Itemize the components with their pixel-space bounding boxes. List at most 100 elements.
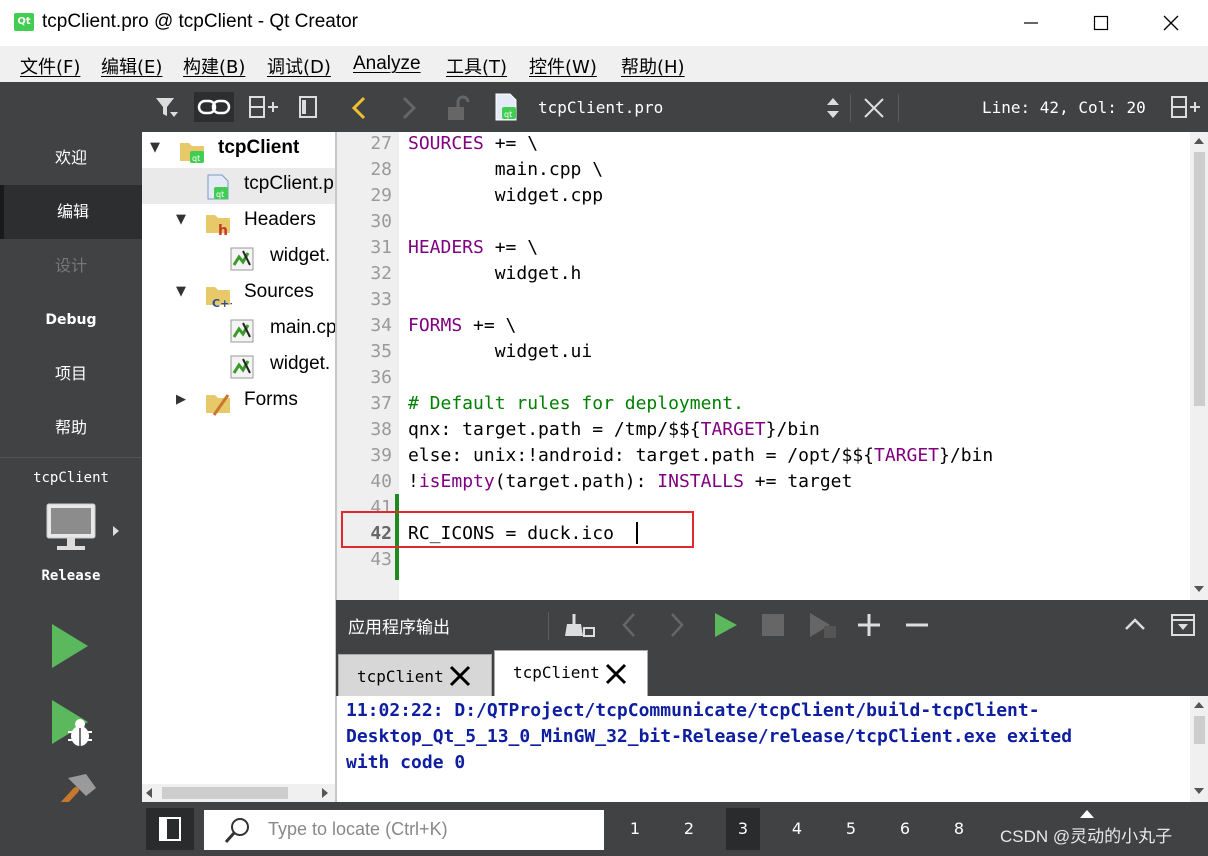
locator-input[interactable]: Type to locate (Ctrl+K) — [204, 810, 604, 850]
split-add-icon — [249, 96, 278, 118]
scroll-left-arrow-icon[interactable] — [146, 788, 152, 798]
lock-icon — [444, 94, 472, 122]
tree-item-project[interactable]: ▼ qt tcpClient — [142, 132, 335, 168]
attach-debugger-button[interactable] — [806, 610, 838, 642]
code-token: INSTALLS — [657, 471, 744, 492]
mode-separator — [0, 457, 142, 458]
menu-edit[interactable]: 编辑(E) — [101, 53, 162, 79]
hide-pane-button[interactable] — [1170, 612, 1196, 638]
mode-design[interactable]: 设计 — [0, 239, 142, 293]
stop-button[interactable] — [760, 612, 786, 638]
expanded-arrow-icon[interactable]: ▼ — [150, 140, 160, 155]
rerun-button[interactable] — [710, 610, 740, 640]
file-dropdown-button[interactable] — [822, 94, 844, 122]
pane-button-2[interactable]: 2 — [672, 808, 706, 850]
zoom-in-button[interactable] — [856, 612, 882, 638]
link-icon — [197, 99, 231, 115]
forward-button[interactable] — [396, 94, 420, 122]
expanded-arrow-icon[interactable]: ▼ — [176, 212, 186, 227]
sync-link-button[interactable] — [194, 92, 234, 122]
pane-button-6[interactable]: 6 — [888, 808, 922, 850]
zoom-out-button[interactable] — [904, 612, 930, 638]
close-button[interactable] — [1136, 0, 1206, 46]
code-line: widget.ui — [408, 339, 593, 365]
close-document-button[interactable] — [860, 94, 888, 122]
run-button[interactable] — [40, 620, 100, 676]
close-tab-icon[interactable] — [603, 661, 629, 687]
scroll-up-arrow-icon[interactable] — [1194, 702, 1204, 708]
menu-analyze[interactable]: Analyze — [353, 53, 421, 75]
filter-button[interactable] — [152, 92, 182, 122]
tree-horizontal-scrollbar[interactable] — [142, 784, 336, 802]
menu-bar: 文件(F) 编辑(E) 构建(B) 调试(D) Analyze 工具(T) 控件… — [0, 46, 1208, 82]
mode-welcome[interactable]: 欢迎 — [0, 131, 142, 185]
split-button[interactable] — [246, 92, 280, 122]
output-line: 11:02:22: D:/QTProject/tcpCommunicate/tc… — [346, 700, 1040, 721]
menu-tools[interactable]: 工具(T) — [446, 53, 507, 79]
menu-widgets[interactable]: 控件(W) — [529, 53, 597, 79]
pane-button-3[interactable]: 3 — [726, 808, 760, 850]
pane-button-4[interactable]: 4 — [780, 808, 814, 850]
close-tab-icon[interactable] — [447, 663, 473, 689]
code-editor[interactable]: 27 28 29 30 31 32 33 34 35 36 37 38 39 40 41 42 43 SOURC… — [336, 132, 1208, 600]
menu-debug[interactable]: 调试(D) — [267, 53, 331, 79]
scroll-thumb[interactable] — [1194, 716, 1205, 744]
maximize-pane-button[interactable] — [1122, 612, 1148, 638]
forward-arrow-icon — [402, 96, 417, 120]
expanded-arrow-icon[interactable]: ▼ — [176, 284, 186, 299]
output-tab-label: tcpClient — [357, 667, 444, 686]
split-editor-button[interactable] — [1168, 92, 1202, 122]
line-number: 31 — [370, 237, 392, 258]
output-tab-label: tcpClient — [513, 663, 600, 682]
back-button[interactable] — [348, 94, 372, 122]
tree-item-pro-file[interactable]: qt tcpClient.p — [142, 168, 335, 204]
scroll-right-arrow-icon[interactable] — [322, 788, 328, 798]
previous-item-button[interactable] — [618, 610, 642, 640]
next-item-button[interactable] — [664, 610, 688, 640]
target-project-label: tcpClient — [33, 470, 109, 486]
cursor-position: Line: 42, Col: 20 — [982, 98, 1146, 117]
debug-run-button[interactable] — [40, 696, 100, 752]
tree-item-sources[interactable]: ▼ C++ Sources — [142, 276, 335, 312]
mode-projects[interactable]: 项目 — [0, 347, 142, 401]
pane-button-1[interactable]: 1 — [618, 808, 652, 850]
output-tab[interactable]: tcpClient — [338, 654, 492, 696]
clear-output-button[interactable] — [564, 610, 596, 640]
minimize-button[interactable] — [996, 0, 1066, 46]
status-bar-arrow-icon[interactable] — [1080, 810, 1094, 818]
close-sidebar-button[interactable] — [294, 92, 324, 122]
current-file-name: tcpClient.pro — [538, 98, 664, 117]
tree-item-source-widget[interactable]: widget. — [142, 348, 335, 384]
mode-help[interactable]: 帮助 — [0, 401, 142, 455]
pane-button-5[interactable]: 5 — [834, 808, 868, 850]
tree-item-headers[interactable]: ▼ h Headers — [142, 204, 335, 240]
output-tab-active[interactable]: tcpClient — [494, 650, 648, 696]
collapsed-arrow-icon[interactable]: ▶ — [176, 392, 186, 407]
mode-edit[interactable]: 编辑 — [0, 185, 142, 239]
maximize-button[interactable] — [1066, 0, 1136, 46]
application-output[interactable]: 11:02:22: D:/QTProject/tcpCommunicate/tc… — [336, 696, 1208, 802]
code-line: main.cpp \ — [408, 157, 603, 183]
tree-item-source-main[interactable]: main.cp — [142, 312, 335, 348]
svg-text:qt: qt — [192, 154, 200, 163]
mode-debug[interactable]: Debug — [0, 293, 142, 347]
tree-item-forms[interactable]: ▶ Forms — [142, 384, 335, 420]
menu-help[interactable]: 帮助(H) — [621, 53, 685, 79]
editor-vertical-scrollbar[interactable] — [1190, 132, 1208, 600]
code-line: # Default rules for deployment. — [408, 391, 744, 417]
tree-item-header-file[interactable]: widget. — [142, 240, 335, 276]
output-vertical-scrollbar[interactable] — [1190, 696, 1208, 802]
scroll-thumb[interactable] — [162, 787, 288, 799]
code-line: FORMS += \ — [408, 313, 516, 339]
target-selector[interactable]: tcpClient Release — [0, 462, 142, 592]
scroll-down-arrow-icon[interactable] — [1194, 788, 1204, 794]
pane-button-8[interactable]: 8 — [942, 808, 976, 850]
scroll-down-arrow-icon[interactable] — [1194, 586, 1204, 592]
scroll-up-arrow-icon[interactable] — [1194, 138, 1204, 144]
tree-label-headers: Headers — [244, 209, 316, 230]
run-icon — [52, 624, 88, 668]
menu-file[interactable]: 文件(F) — [20, 53, 80, 79]
menu-build[interactable]: 构建(B) — [183, 53, 245, 79]
scroll-thumb[interactable] — [1194, 152, 1205, 406]
toggle-sidebar-button[interactable] — [146, 808, 194, 850]
